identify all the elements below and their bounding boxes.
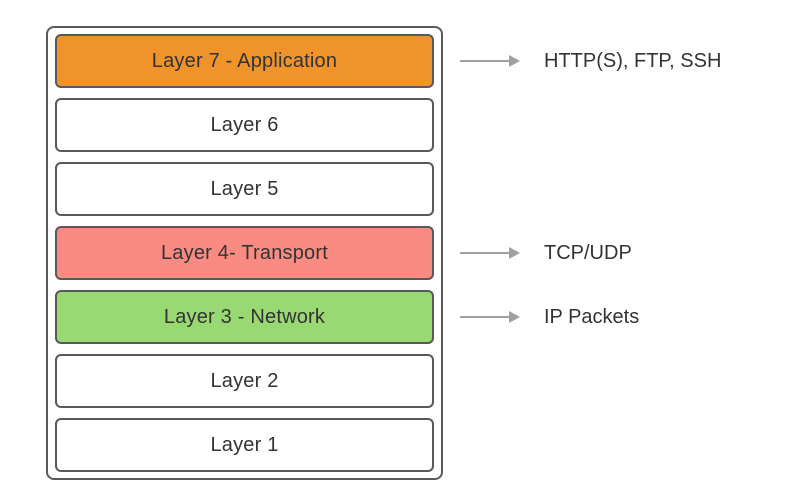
protocol-examples: TCP/UDP [544, 242, 632, 265]
layer-7-application: Layer 7 - Application [55, 34, 434, 88]
annotation-layer-4: TCP/UDP [460, 226, 790, 280]
layer-label: Layer 3 - Network [164, 306, 325, 329]
arrow-right-icon [460, 316, 518, 318]
protocol-examples: HTTP(S), FTP, SSH [544, 50, 721, 73]
arrow-right-icon [460, 60, 518, 62]
layer-1: Layer 1 [55, 418, 434, 472]
layer-label: Layer 5 [210, 178, 278, 201]
layer-4-transport: Layer 4- Transport [55, 226, 434, 280]
layer-label: Layer 4- Transport [161, 242, 328, 265]
layer-3-network: Layer 3 - Network [55, 290, 434, 344]
layer-6: Layer 6 [55, 98, 434, 152]
layer-label: Layer 2 [210, 370, 278, 393]
arrow-right-icon [460, 252, 518, 254]
layer-2: Layer 2 [55, 354, 434, 408]
layer-label: Layer 6 [210, 114, 278, 137]
osi-diagram: Layer 7 - Application Layer 6 Layer 5 La… [0, 0, 800, 502]
layer-label: Layer 7 - Application [152, 50, 337, 73]
layers-container: Layer 7 - Application Layer 6 Layer 5 La… [46, 26, 443, 480]
annotation-layer-7: HTTP(S), FTP, SSH [460, 34, 790, 88]
annotation-layer-3: IP Packets [460, 290, 790, 344]
protocol-examples: IP Packets [544, 306, 639, 329]
layer-label: Layer 1 [210, 434, 278, 457]
layer-5: Layer 5 [55, 162, 434, 216]
